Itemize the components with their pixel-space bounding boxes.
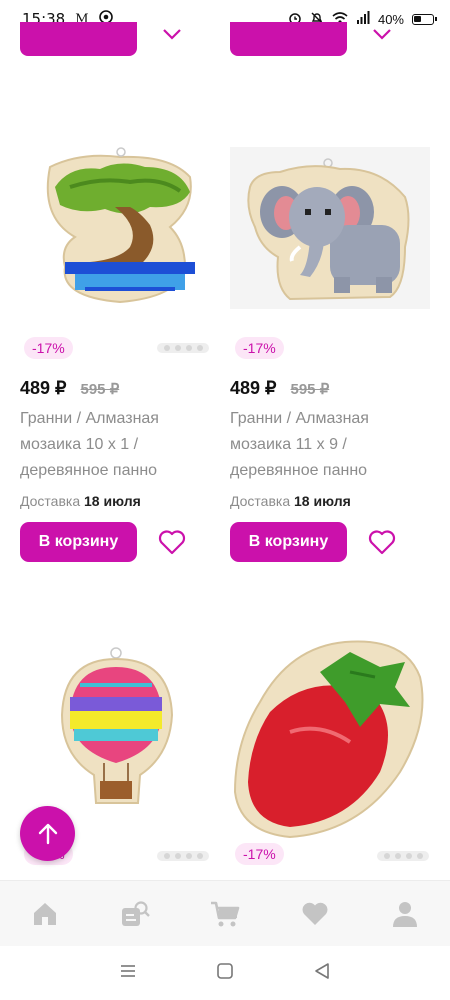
cart-button-partial[interactable] [230,22,347,56]
delivery-label: Доставка [230,493,291,509]
home-button-icon[interactable] [216,962,234,985]
delivery-label: Доставка [20,493,81,509]
product-image-balloon[interactable] [20,645,220,807]
price-row: 489 ₽ 595 ₽ [230,378,329,399]
battery-icon [412,13,437,25]
bottom-navigation [0,880,450,946]
add-to-cart-button[interactable]: В корзину [20,522,137,562]
discount-badge: -17% [24,337,73,359]
favorite-heart-icon[interactable] [367,528,397,556]
heart-icon-partial[interactable] [370,28,394,48]
signal-icon [356,10,370,28]
image-carousel-dots [377,851,429,861]
price: 489 ₽ [20,378,67,398]
favorites-icon[interactable] [295,894,335,934]
add-to-cart-button[interactable]: В корзину [230,522,347,562]
old-price: 595 ₽ [290,381,330,398]
discount-badge: -17% [235,337,284,359]
home-icon[interactable] [25,894,65,934]
arrow-up-icon [38,823,57,844]
heart-icon-partial[interactable] [160,28,184,48]
cart-button-partial[interactable] [20,22,137,56]
recent-apps-icon[interactable] [119,963,137,984]
back-icon[interactable] [313,962,331,985]
delivery-info: Доставка 18 июля [20,493,141,509]
image-carousel-dots [157,343,209,353]
catalog-search-icon[interactable] [115,894,155,934]
old-price: 595 ₽ [80,381,120,398]
delivery-date: 18 июля [84,493,141,509]
price: 489 ₽ [230,378,277,398]
scroll-to-top-button[interactable] [20,806,75,861]
system-navigation-bar [0,946,450,1000]
discount-badge: -17% [235,843,284,865]
profile-icon[interactable] [385,894,425,934]
delivery-date: 18 июля [294,493,351,509]
delivery-info: Доставка 18 июля [230,493,351,509]
cart-icon[interactable] [205,894,245,934]
product-image-strawberry[interactable] [230,632,430,839]
favorite-heart-icon[interactable] [157,528,187,556]
price-row: 489 ₽ 595 ₽ [20,378,119,399]
product-image-elephant[interactable] [230,147,430,309]
image-carousel-dots [157,851,209,861]
product-image-bonsai[interactable] [20,147,220,309]
product-title[interactable]: Гранни / Алмазная мозаика 11 х 9 / дерев… [230,406,430,484]
product-title[interactable]: Гранни / Алмазная мозаика 10 х 1 / дерев… [20,406,220,484]
battery-percent: 40% [377,11,404,27]
